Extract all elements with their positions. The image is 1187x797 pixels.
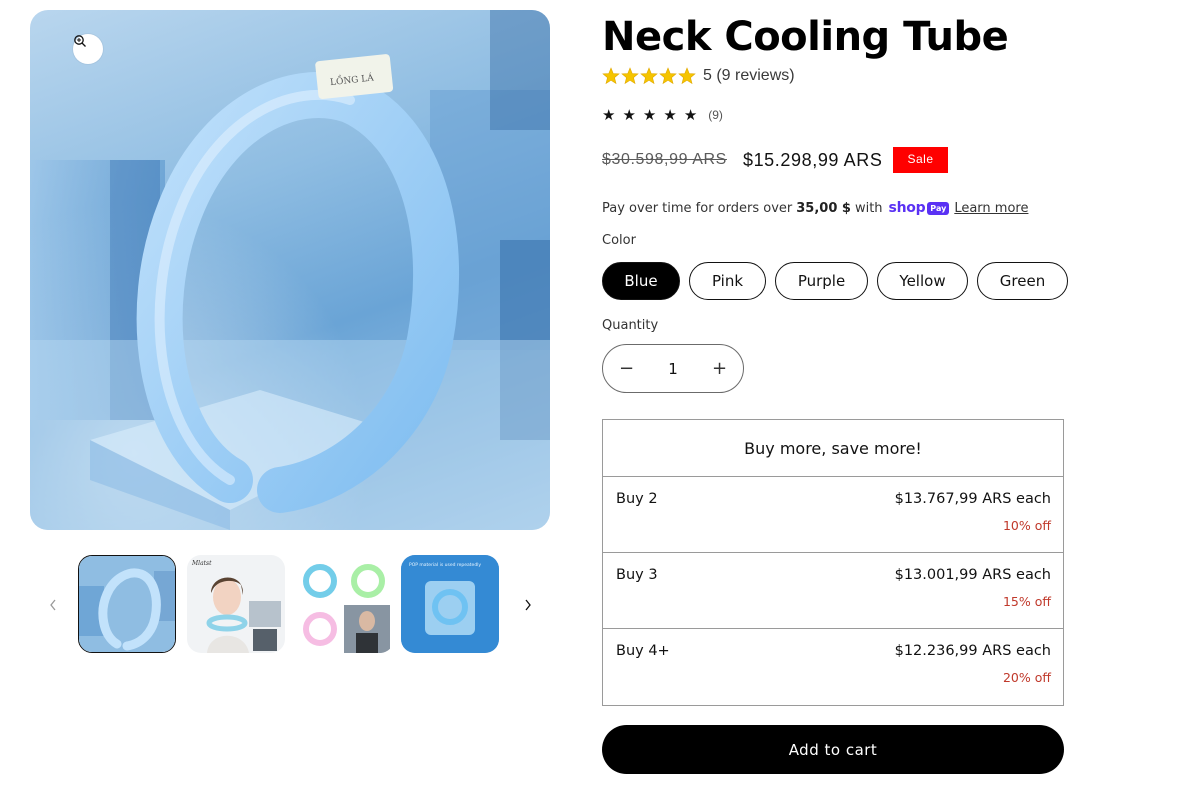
rating-count: (9) bbox=[708, 108, 723, 122]
sale-price: $15.298,99 ARS bbox=[742, 149, 883, 170]
zoom-icon bbox=[74, 35, 86, 47]
volume-discount-heading: Buy more, save more! bbox=[603, 420, 1063, 477]
quantity-increase-button[interactable]: + bbox=[696, 345, 743, 392]
installments-threshold: 35,00 $ bbox=[796, 200, 851, 216]
thumbnail-3-image bbox=[296, 555, 394, 653]
neck-cooling-tube-photo: LỒNG LÁ bbox=[30, 10, 550, 530]
thumbnail-4-image: POP material is used repeatedly bbox=[401, 555, 499, 653]
svg-text:Mlatst: Mlatst bbox=[191, 560, 212, 567]
star-icon: ★ bbox=[683, 106, 698, 124]
shop-pay-logo: shop Pay bbox=[889, 200, 950, 216]
tier-discount: 15% off bbox=[1002, 594, 1051, 609]
product-title: Neck Cooling Tube bbox=[602, 14, 1009, 60]
tier-quantity: Buy 4+ bbox=[616, 643, 670, 659]
color-option-purple[interactable]: Purple bbox=[775, 262, 868, 300]
discount-tier-buy-4-plus[interactable]: Buy 4+ $12.236,99 ARS each 20% off bbox=[603, 629, 1063, 705]
compare-at-price: $30.598,99 ARS bbox=[602, 151, 727, 168]
star-icon: ★ bbox=[663, 106, 677, 124]
color-options: Blue Pink Purple Yellow Green bbox=[602, 262, 1068, 300]
tier-discount: 10% off bbox=[1002, 518, 1051, 533]
thumbnail-2-image: Mlatst bbox=[187, 555, 285, 653]
price: $30.598,99 ARS $15.298,99 ARS Sale bbox=[602, 146, 948, 174]
thumbnail-3[interactable] bbox=[296, 555, 394, 653]
installments-with: with bbox=[854, 200, 883, 216]
discount-tier-buy-2[interactable]: Buy 2 $13.767,99 ARS each 10% off bbox=[603, 477, 1063, 553]
rating-summary-compact: ★ ★ ★ ★ ★ (9) bbox=[602, 105, 723, 125]
volume-discount-table: Buy more, save more! Buy 2 $13.767,99 AR… bbox=[602, 419, 1064, 706]
star-icon: ★ bbox=[642, 106, 657, 124]
thumbnail-2[interactable]: Mlatst bbox=[187, 555, 285, 653]
tier-price: $12.236,99 ARS each bbox=[894, 643, 1051, 659]
quantity-stepper: − + bbox=[602, 344, 744, 393]
thumbnail-prev-button[interactable] bbox=[43, 595, 63, 615]
chevron-right-icon bbox=[525, 599, 531, 611]
quantity-decrease-button[interactable]: − bbox=[603, 345, 650, 392]
color-option-blue[interactable]: Blue bbox=[602, 262, 680, 300]
thumbnail-next-button[interactable] bbox=[518, 595, 538, 615]
rating-text: 5 (9 reviews) bbox=[703, 67, 795, 84]
quantity-label: Quantity bbox=[602, 318, 659, 333]
tier-price: $13.767,99 ARS each bbox=[894, 491, 1051, 507]
installments-text: Pay over time for orders over bbox=[602, 200, 793, 216]
tier-quantity: Buy 2 bbox=[616, 491, 658, 507]
color-label: Color bbox=[602, 233, 636, 248]
sale-badge: Sale bbox=[893, 147, 948, 173]
star-rating-icon bbox=[602, 67, 696, 85]
color-option-pink[interactable]: Pink bbox=[689, 262, 766, 300]
color-option-yellow[interactable]: Yellow bbox=[877, 262, 968, 300]
thumbnail-slider: Mlatst POP material is used repeatedly bbox=[40, 555, 540, 655]
star-icon: ★ bbox=[622, 106, 636, 124]
tier-price: $13.001,99 ARS each bbox=[894, 567, 1051, 583]
zoom-button[interactable] bbox=[73, 34, 103, 64]
shop-pay-wordmark: shop bbox=[888, 200, 926, 216]
discount-tier-buy-3[interactable]: Buy 3 $13.001,99 ARS each 15% off bbox=[603, 553, 1063, 629]
chevron-left-icon bbox=[50, 599, 56, 611]
shop-pay-badge: Pay bbox=[927, 201, 950, 215]
product-main-image[interactable]: LỒNG LÁ bbox=[30, 10, 550, 530]
add-to-cart-button[interactable]: Add to cart bbox=[602, 725, 1064, 774]
rating-summary[interactable]: 5 (9 reviews) bbox=[602, 66, 795, 86]
tier-discount: 20% off bbox=[1002, 670, 1051, 685]
thumbnail-1-image bbox=[79, 556, 175, 652]
thumbnail-1[interactable] bbox=[78, 555, 176, 653]
learn-more-link[interactable]: Learn more bbox=[954, 201, 1028, 216]
rating-stars bbox=[602, 67, 697, 85]
svg-text:POP material is used repeatedl: POP material is used repeatedly bbox=[409, 562, 481, 568]
shop-pay-installments: Pay over time for orders over 35,00 $ wi… bbox=[602, 198, 1028, 218]
tier-quantity: Buy 3 bbox=[616, 567, 658, 583]
thumbnail-4[interactable]: POP material is used repeatedly bbox=[401, 555, 499, 653]
color-option-green[interactable]: Green bbox=[977, 262, 1068, 300]
star-icon: ★ bbox=[602, 106, 616, 124]
quantity-input[interactable] bbox=[650, 359, 696, 378]
